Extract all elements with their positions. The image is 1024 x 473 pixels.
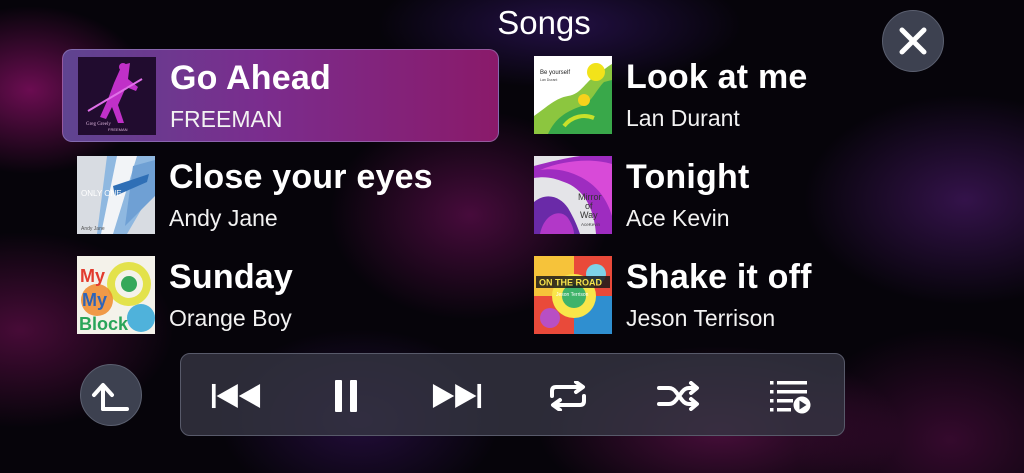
album-art-text: Lan Durant <box>540 78 557 82</box>
song-artist: Andy Jane <box>169 205 278 231</box>
song-item-sunday[interactable]: My My Block Sunday Orange Boy <box>62 249 499 342</box>
shuffle-button[interactable] <box>654 371 704 421</box>
song-title: Shake it off <box>626 258 812 296</box>
pause-icon <box>335 380 357 412</box>
album-art: My My Block <box>77 256 155 334</box>
song-item-shake-it-off[interactable]: ON THE ROAD Jeson Terrison Shake it off … <box>519 249 956 342</box>
album-art: Greg Greely FREEMAN <box>78 57 156 135</box>
song-artist: FREEMAN <box>170 106 283 132</box>
playlist-icon <box>770 381 811 414</box>
pause-button[interactable] <box>321 371 371 421</box>
song-item-close-your-eyes[interactable]: ONLY ONE Andy Jane Close your eyes Andy … <box>62 149 499 242</box>
album-art-text: Block <box>79 314 129 334</box>
playlist-button[interactable] <box>765 371 815 421</box>
album-art-text: Andy Jane <box>81 226 105 232</box>
song-artist: Jeson Terrison <box>626 305 776 331</box>
song-artist: Lan Durant <box>626 105 740 131</box>
previous-track-button[interactable] <box>211 371 261 421</box>
repeat-icon <box>550 381 586 411</box>
album-art: ONLY ONE Andy Jane <box>77 156 155 234</box>
album-art-text: Way <box>580 210 598 220</box>
song-item-look-at-me[interactable]: Be yourself Lan Durant Look at me Lan Du… <box>519 49 956 142</box>
album-art: Mirror of Way AceKevin <box>534 156 612 234</box>
album-art: ON THE ROAD Jeson Terrison <box>534 256 612 334</box>
album-art: Be yourself Lan Durant <box>534 56 612 134</box>
song-title: Sunday <box>169 258 294 296</box>
back-button[interactable] <box>80 364 142 426</box>
album-art-text: AceKevin <box>581 222 601 227</box>
repeat-button[interactable] <box>543 371 593 421</box>
song-title: Look at me <box>626 58 808 96</box>
next-track-button[interactable] <box>432 371 482 421</box>
album-art-text: My <box>82 290 107 310</box>
song-item-go-ahead[interactable]: Greg Greely FREEMAN Go Ahead FREEMAN <box>62 49 499 142</box>
back-up-arrow-icon <box>92 383 129 411</box>
song-artist: Orange Boy <box>169 305 292 331</box>
song-item-tonight[interactable]: Mirror of Way AceKevin Tonight Ace Kevin <box>519 149 956 242</box>
album-art-text: FREEMAN <box>108 127 128 132</box>
album-art-text: Jeson Terrison <box>556 292 589 298</box>
album-art-text: ON THE ROAD <box>539 278 603 288</box>
song-title: Tonight <box>626 158 750 196</box>
album-art-text: My <box>80 266 105 286</box>
shuffle-icon <box>657 381 699 411</box>
page-title: Songs <box>497 4 591 41</box>
next-track-icon <box>432 383 482 409</box>
song-artist: Ace Kevin <box>626 205 730 231</box>
playback-controls <box>180 353 845 436</box>
album-art-text: Be yourself <box>540 70 570 76</box>
album-art-text: ONLY ONE <box>81 189 122 198</box>
previous-track-icon <box>211 383 261 409</box>
song-title: Go Ahead <box>170 59 331 97</box>
song-title: Close your eyes <box>169 158 433 196</box>
